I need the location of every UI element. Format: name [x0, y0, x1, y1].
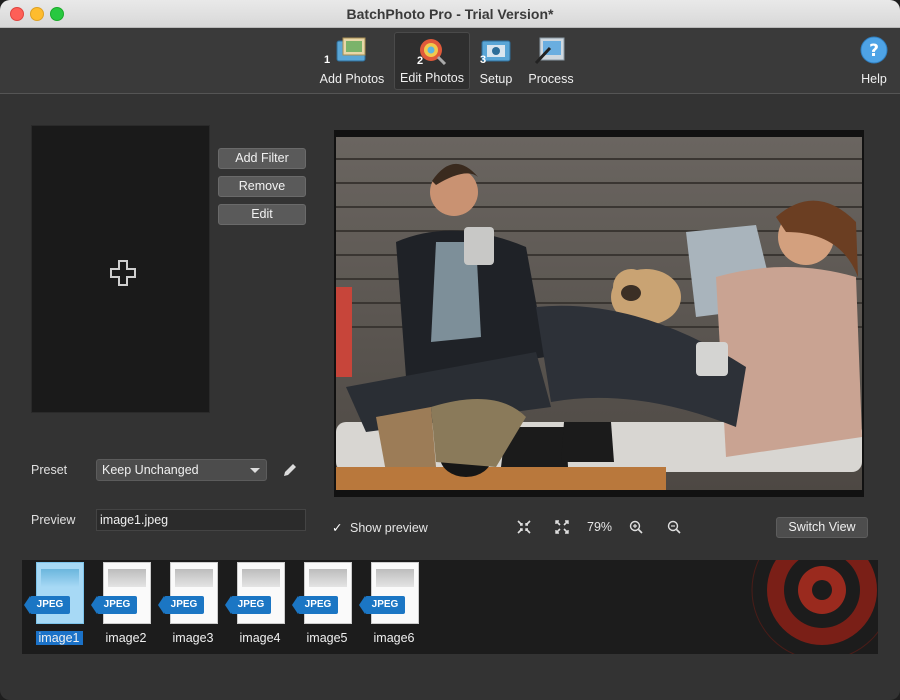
switch-view-button[interactable]: Switch View — [776, 517, 868, 538]
file-page-icon — [371, 562, 419, 624]
decorative-target-graphic — [751, 560, 878, 654]
tab-label: Edit Photos — [400, 71, 464, 85]
help-button[interactable]: ? Help — [856, 32, 892, 90]
filmstrip-item-label: image2 — [105, 631, 147, 645]
tab-label: Setup — [479, 72, 513, 86]
tab-process[interactable]: Process — [526, 32, 576, 90]
process-icon — [534, 37, 565, 64]
svg-text:?: ? — [869, 41, 879, 61]
file-page-icon — [237, 562, 285, 624]
file-page-icon — [36, 562, 84, 624]
filmstrip-item-label: image6 — [373, 631, 415, 645]
fit-to-window-icon[interactable] — [517, 520, 531, 534]
toolbar: 1 Add Photos 2 Edit Photos 3 Setup Proce… — [0, 28, 900, 94]
jpeg-badge: JPEG — [225, 596, 271, 614]
filmstrip-item-label: image1 — [24, 631, 94, 645]
jpeg-badge: JPEG — [91, 596, 137, 614]
jpeg-badge: JPEG — [359, 596, 405, 614]
jpeg-badge: JPEG — [158, 596, 204, 614]
file-page-icon — [103, 562, 151, 624]
filmstrip: JPEG image1 JPEG image2 JPEG image3 JPEG… — [22, 560, 878, 654]
filmstrip-item-label: image5 — [306, 631, 348, 645]
show-preview-checkbox[interactable]: ✓ Show preview — [332, 520, 428, 535]
jpeg-badge: JPEG — [24, 596, 70, 614]
checkmark-icon: ✓ — [332, 521, 343, 535]
filmstrip-item-image4[interactable]: JPEG image4 — [225, 562, 291, 648]
tab-add-photos[interactable]: 1 Add Photos — [318, 32, 386, 90]
filmstrip-item-image1[interactable]: JPEG image1 — [24, 562, 90, 648]
preset-value: Keep Unchanged — [102, 463, 199, 477]
show-preview-label: Show preview — [350, 521, 428, 535]
window-title: BatchPhoto Pro - Trial Version* — [346, 6, 554, 22]
file-page-icon — [304, 562, 352, 624]
preset-label: Preset — [31, 463, 68, 477]
tab-edit-photos[interactable]: 2 Edit Photos — [394, 32, 470, 90]
filmstrip-item-label: image3 — [172, 631, 214, 645]
zoom-in-icon[interactable] — [629, 520, 643, 534]
add-filter-plus-icon[interactable] — [108, 258, 138, 288]
tab-setup[interactable]: 3 Setup — [476, 32, 516, 90]
step-number: 3 — [480, 54, 487, 66]
pencil-icon[interactable] — [282, 462, 298, 478]
tab-label: Process — [528, 72, 574, 86]
edit-filter-button[interactable]: Edit — [218, 204, 306, 225]
preview-filename-field: image1.jpeg — [96, 509, 306, 531]
zoom-out-icon[interactable] — [667, 520, 681, 534]
tab-label: Add Photos — [319, 72, 385, 86]
app-window: BatchPhoto Pro - Trial Version* 1 Add Ph… — [0, 0, 900, 700]
preview-label: Preview — [31, 513, 76, 527]
chevron-down-icon — [250, 468, 260, 473]
filmstrip-item-image5[interactable]: JPEG image5 — [292, 562, 358, 648]
remove-filter-button[interactable]: Remove — [218, 176, 306, 197]
actual-size-icon[interactable] — [555, 520, 569, 534]
add-filter-button[interactable]: Add Filter — [218, 148, 306, 169]
jpeg-badge: JPEG — [292, 596, 338, 614]
step-number: 1 — [324, 54, 331, 66]
filmstrip-item-image3[interactable]: JPEG image3 — [158, 562, 224, 648]
add-photos-icon — [336, 37, 366, 62]
preview-photo — [336, 137, 862, 490]
preview-pane — [334, 130, 864, 497]
help-icon: ? — [860, 36, 888, 64]
zoom-level: 79% — [587, 520, 613, 534]
filmstrip-item-label: image4 — [239, 631, 281, 645]
preset-select[interactable]: Keep Unchanged — [96, 459, 267, 481]
file-page-icon — [170, 562, 218, 624]
help-label: Help — [861, 72, 887, 86]
step-number: 2 — [417, 55, 424, 67]
filter-list[interactable] — [31, 125, 210, 413]
filmstrip-item-image2[interactable]: JPEG image2 — [91, 562, 157, 648]
filmstrip-item-image6[interactable]: JPEG image6 — [359, 562, 425, 648]
title-bar: BatchPhoto Pro - Trial Version* — [0, 0, 900, 28]
